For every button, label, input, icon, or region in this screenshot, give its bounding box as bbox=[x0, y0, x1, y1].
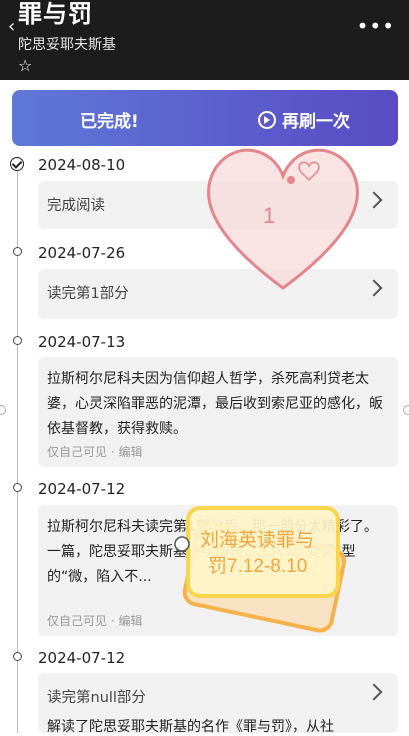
book-author: 陀思妥耶夫斯基 bbox=[18, 37, 116, 53]
heart-sticker: 1 bbox=[207, 148, 359, 290]
right-edge-handle bbox=[403, 405, 409, 415]
sticker-line-2: 罚7.12-8.10 bbox=[208, 556, 307, 577]
note-text: 拉斯柯尔尼科夫因为信仰超人哲学，杀死高利贷老太婆，心灵深陷罪恶的泥潭，最后收到索… bbox=[47, 371, 383, 437]
heart-number: 1 bbox=[263, 203, 275, 228]
back-icon[interactable]: ‹ bbox=[8, 16, 15, 37]
more-options-icon[interactable]: ••• bbox=[357, 14, 395, 38]
sticker-line-1: 刘海英读罪与 bbox=[200, 529, 314, 551]
timeline-node bbox=[13, 336, 22, 345]
note-card[interactable]: 拉斯柯尔尼科夫因为信仰超人哲学，杀死高利贷老太婆，心灵深陷罪恶的泥潭，最后收到索… bbox=[38, 357, 398, 467]
play-circle-icon bbox=[258, 110, 276, 129]
app-header: 罪与罚 ‹ 陀思妥耶夫斯基 ☆ ••• bbox=[0, 0, 409, 80]
refresh-again-button[interactable]: 再刷一次 bbox=[258, 107, 350, 132]
timeline-node bbox=[13, 483, 22, 492]
note-meta[interactable]: 仅自己可见 · 编辑 bbox=[47, 612, 142, 629]
note-meta[interactable]: 仅自己可见 · 编辑 bbox=[47, 443, 142, 460]
chevron-right-icon bbox=[365, 683, 383, 701]
timeline-node bbox=[13, 652, 22, 661]
timeline-node bbox=[13, 247, 22, 256]
timeline-node-checked bbox=[10, 157, 24, 171]
star-icon[interactable]: ☆ bbox=[18, 56, 32, 75]
entry-date: 2024-07-26 bbox=[38, 244, 126, 262]
entry-date: 2024-07-13 bbox=[38, 333, 126, 351]
left-edge-handle bbox=[0, 405, 6, 415]
entry-date: 2024-07-12 bbox=[38, 480, 126, 498]
entry-text: 读完第null部分 bbox=[47, 690, 146, 706]
entry-text: 完成阅读 bbox=[47, 198, 105, 214]
refresh-label: 再刷一次 bbox=[282, 112, 350, 132]
entry-snippet: 解读了陀思妥耶夫斯基的名作《罪与罚》，从社 bbox=[47, 719, 334, 735]
page-title: 罪与罚 bbox=[18, 0, 93, 28]
label-sticker: 刘海英读罪与 罚7.12-8.10 bbox=[174, 506, 347, 633]
completed-label: 已完成! bbox=[80, 112, 139, 132]
entry-text: 读完第1部分 bbox=[47, 286, 129, 302]
entry-date: 2024-08-10 bbox=[38, 156, 126, 174]
entry-date: 2024-07-12 bbox=[38, 649, 126, 667]
entry-card[interactable]: 读完第null部分 解读了陀思妥耶夫斯基的名作《罪与罚》，从社 bbox=[38, 673, 398, 735]
